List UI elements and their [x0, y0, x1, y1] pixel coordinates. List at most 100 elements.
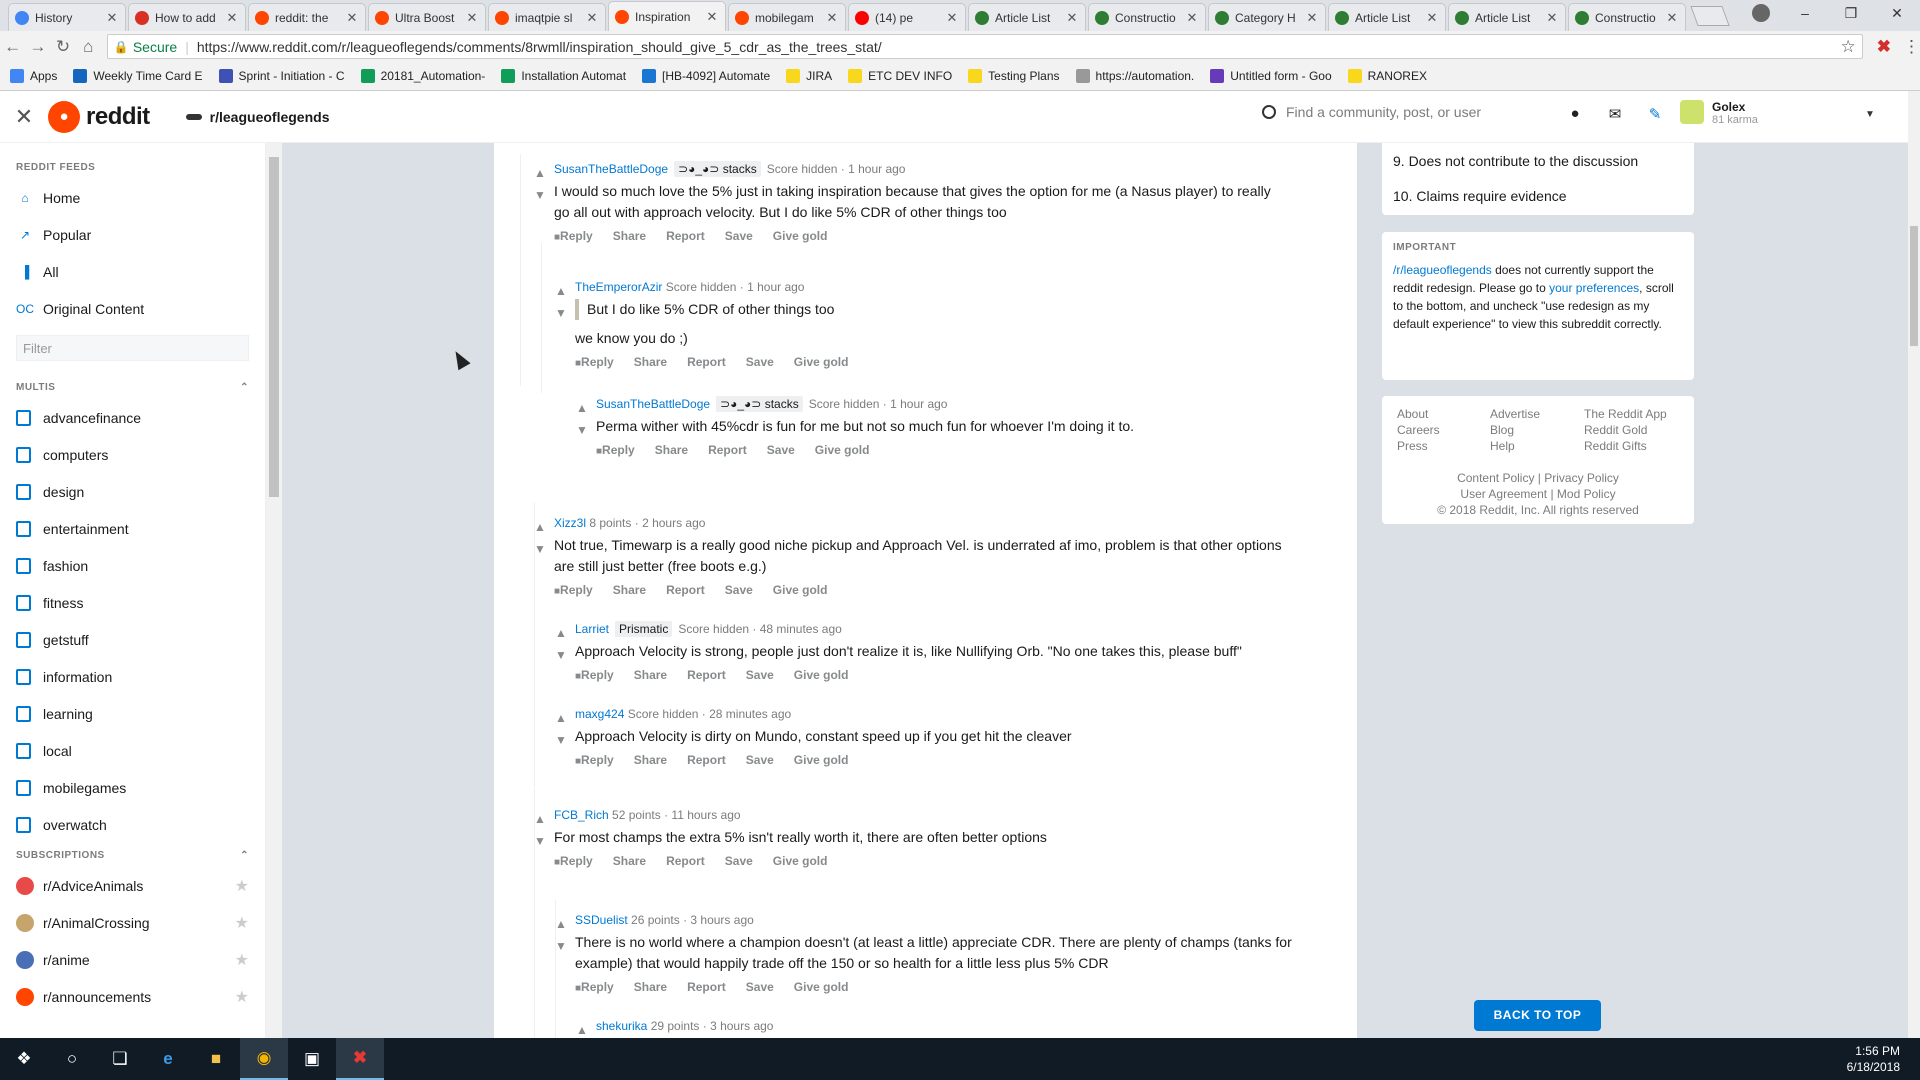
comment-author[interactable]: shekurika [596, 1019, 647, 1033]
footer-link[interactable]: Help [1490, 438, 1584, 454]
sidebar-item-subscription[interactable]: r/announcements ★ [0, 978, 265, 1015]
browser-tab[interactable]: mobilegam ✕ [728, 3, 846, 31]
report-button[interactable]: Report [666, 583, 705, 597]
sidebar-item-original-content[interactable]: OC Original Content [0, 290, 265, 327]
ranorex-icon[interactable]: ✖ [336, 1038, 384, 1080]
bookmark-item[interactable]: Apps [10, 69, 57, 83]
thread-line[interactable] [541, 243, 542, 393]
report-button[interactable]: Report [687, 753, 726, 767]
give-gold-button[interactable]: Give gold [794, 753, 849, 767]
thread-line[interactable] [520, 154, 521, 386]
scrollbar-thumb[interactable] [269, 157, 279, 497]
subreddit-link[interactable]: /r/leagueoflegends [1393, 263, 1492, 277]
footer-link[interactable]: Reddit Gifts [1584, 438, 1694, 454]
close-window-icon[interactable]: ✕ [1874, 0, 1920, 28]
bookmark-item[interactable]: 20181_Automation- [360, 69, 485, 83]
back-to-top-button[interactable]: BACK TO TOP [1474, 1000, 1601, 1031]
sidebar-item-computers[interactable]: computers [0, 436, 265, 473]
tab-close-icon[interactable]: ✕ [1665, 10, 1679, 26]
bookmark-item[interactable]: Installation Automat [501, 69, 626, 83]
browser-tab[interactable]: reddit: the ✕ [248, 3, 366, 31]
policy-links-2[interactable]: User Agreement | Mod Policy [1382, 486, 1694, 502]
save-button[interactable]: Save [746, 355, 774, 369]
report-button[interactable]: Report [687, 668, 726, 682]
tab-close-icon[interactable]: ✕ [345, 10, 359, 26]
comment-author[interactable]: Xizz3l [554, 516, 586, 530]
bookmark-item[interactable]: JIRA [786, 69, 832, 83]
reply-button[interactable]: Reply [575, 355, 614, 369]
reply-button[interactable]: Reply [575, 753, 614, 767]
browser-tab[interactable]: Category H ✕ [1208, 3, 1326, 31]
upvote-icon[interactable]: ▲ [576, 1019, 590, 1038]
browser-tab[interactable]: How to add ✕ [128, 3, 246, 31]
subreddit-selector[interactable]: r/leagueoflegends [185, 109, 329, 125]
save-button[interactable]: Save [725, 854, 753, 868]
share-button[interactable]: Share [613, 229, 646, 243]
multis-heading[interactable]: MULTIS ⌃ [0, 375, 265, 399]
tab-close-icon[interactable]: ✕ [1545, 10, 1559, 26]
upvote-icon[interactable]: ▲ [555, 622, 569, 644]
cortana-icon[interactable]: ○ [48, 1038, 96, 1080]
mail-icon[interactable]: ✉ [1595, 105, 1635, 123]
browser-tab[interactable]: Constructio ✕ [1568, 3, 1686, 31]
save-button[interactable]: Save [746, 980, 774, 994]
browser-tab[interactable]: Constructio ✕ [1088, 3, 1206, 31]
footer-link[interactable]: Careers [1397, 422, 1490, 438]
save-button[interactable]: Save [746, 753, 774, 767]
upvote-icon[interactable]: ▲ [576, 397, 590, 419]
footer-link[interactable]: The Reddit App [1584, 406, 1694, 422]
tab-close-icon[interactable]: ✕ [1065, 10, 1079, 26]
search-input[interactable]: Find a community, post, or user [1262, 104, 1481, 120]
windows-start-icon[interactable]: ❖ [0, 1038, 48, 1080]
favorite-star-icon[interactable]: ★ [235, 987, 249, 1007]
bookmark-star-icon[interactable]: ☆ [1841, 37, 1856, 57]
give-gold-button[interactable]: Give gold [773, 854, 828, 868]
footer-link[interactable]: Blog [1490, 422, 1584, 438]
give-gold-button[interactable]: Give gold [794, 668, 849, 682]
tab-close-icon[interactable]: ✕ [945, 10, 959, 26]
pencil-icon[interactable]: ✎ [1635, 105, 1675, 123]
footer-link[interactable]: Advertise [1490, 406, 1584, 422]
preferences-link[interactable]: your preferences [1549, 281, 1639, 295]
browser-tab[interactable]: Article List ✕ [1448, 3, 1566, 31]
sidebar-item-information[interactable]: information [0, 658, 265, 695]
sidebar-item-advancefinance[interactable]: advancefinance [0, 399, 265, 436]
share-button[interactable]: Share [613, 854, 646, 868]
sidebar-item-getstuff[interactable]: getstuff [0, 621, 265, 658]
chrome-icon[interactable]: ◉ [240, 1038, 288, 1080]
sidebar-item-local[interactable]: local [0, 732, 265, 769]
upvote-icon[interactable]: ▲ [534, 162, 548, 184]
home-page-icon[interactable]: ⌂ [76, 37, 101, 57]
url-text[interactable]: https://www.reddit.com/r/leagueoflegends… [197, 39, 1841, 55]
profile-icon[interactable] [1752, 4, 1770, 22]
tab-close-icon[interactable]: ✕ [1425, 10, 1439, 26]
browser-tab[interactable]: History ✕ [8, 3, 126, 31]
footer-link[interactable]: Reddit Gold [1584, 422, 1694, 438]
sidebar-item-home[interactable]: ⌂ Home [0, 179, 265, 216]
report-button[interactable]: Report [687, 980, 726, 994]
footer-link[interactable]: About [1397, 406, 1490, 422]
tab-close-icon[interactable]: ✕ [585, 10, 599, 26]
bookmark-item[interactable]: Sprint - Initiation - C [218, 69, 345, 83]
browser-tab[interactable]: imaqtpie sl ✕ [488, 3, 606, 31]
sidebar-item-overwatch[interactable]: overwatch [0, 806, 265, 843]
sidebar-item-entertainment[interactable]: entertainment [0, 510, 265, 547]
browser-tab[interactable]: Ultra Boost ✕ [368, 3, 486, 31]
bookmark-item[interactable]: [HB-4092] Automate [642, 69, 770, 83]
subscriptions-heading[interactable]: SUBSCRIPTIONS ⌃ [0, 843, 265, 867]
tab-close-icon[interactable]: ✕ [465, 10, 479, 26]
chevron-down-icon[interactable]: ▼ [1865, 109, 1875, 120]
upvote-icon[interactable]: ▲ [555, 707, 569, 729]
sidebar-item-all[interactable]: ▐ All [0, 253, 265, 290]
tab-close-icon[interactable]: ✕ [105, 10, 119, 26]
filter-input[interactable]: Filter [16, 335, 249, 361]
bookmark-item[interactable]: https://automation. [1075, 69, 1194, 83]
reply-button[interactable]: Reply [575, 668, 614, 682]
give-gold-button[interactable]: Give gold [815, 443, 870, 457]
browser-tab[interactable]: Article List ✕ [968, 3, 1086, 31]
bookmark-item[interactable]: RANOREX [1347, 69, 1427, 83]
share-button[interactable]: Share [634, 753, 667, 767]
tab-close-icon[interactable]: ✕ [1185, 10, 1199, 26]
chrome-menu-icon[interactable]: ⋮ [1903, 37, 1920, 57]
minimize-icon[interactable]: – [1782, 0, 1828, 28]
